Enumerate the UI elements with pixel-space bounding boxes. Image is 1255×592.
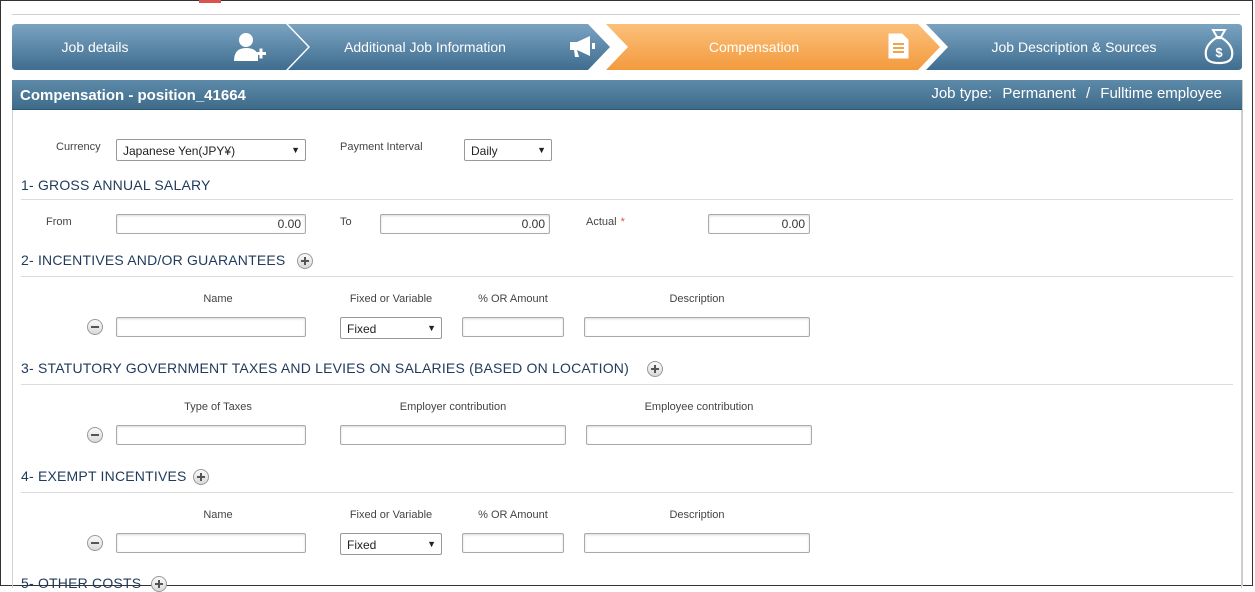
step-job-description-sources[interactable]: Job Description & Sources $ (926, 24, 1242, 70)
step-label: Additional Job Information (344, 39, 506, 55)
incentive-fixed-value: Fixed (347, 322, 377, 336)
salary-actual-input[interactable] (708, 214, 810, 234)
column-employer-contribution: Employer contribution (399, 401, 507, 413)
add-tax-button[interactable] (647, 361, 663, 377)
svg-text:$: $ (1215, 45, 1223, 60)
add-other-cost-button[interactable] (151, 576, 167, 592)
job-type: Job type: Permanent / Fulltime employee (931, 85, 1222, 102)
actual-label: Actual * (586, 216, 625, 228)
from-label: From (46, 216, 72, 228)
column-percent-or-amount: % OR Amount (478, 509, 548, 521)
remove-exempt-incentive-button[interactable] (87, 535, 103, 551)
step-label: Job details (61, 39, 129, 55)
top-accent (199, 0, 221, 3)
section-divider (21, 276, 1233, 277)
dropdown-arrow-icon: ▼ (427, 323, 436, 333)
currency-select[interactable]: Japanese Yen(JPY¥) ▼ (116, 139, 306, 161)
add-exempt-incentive-button[interactable] (193, 469, 209, 485)
currency-label: Currency (56, 141, 101, 153)
section-other-costs: 5- OTHER COSTS (21, 575, 142, 591)
column-description: Description (669, 293, 725, 305)
dropdown-arrow-icon: ▼ (427, 539, 436, 549)
job-type-permanent: Permanent (1002, 85, 1076, 102)
incentive-amount-input[interactable] (462, 317, 564, 337)
column-percent-or-amount: % OR Amount (478, 293, 548, 305)
section-gross-annual-salary: 1- GROSS ANNUAL SALARY (21, 177, 211, 193)
megaphone-icon (570, 36, 595, 57)
remove-incentive-button[interactable] (87, 319, 103, 335)
column-name: Name (203, 509, 233, 521)
currency-value: Japanese Yen(JPY¥) (123, 144, 236, 158)
panel-header: Compensation - position_41664 Job type: … (12, 80, 1242, 110)
salary-to-input[interactable] (380, 214, 550, 234)
incentive-fixed-select[interactable]: Fixed ▼ (340, 317, 442, 339)
exempt-fixed-select[interactable]: Fixed ▼ (340, 533, 442, 555)
exempt-amount-input[interactable] (462, 533, 564, 553)
step-job-details[interactable]: Job details (12, 24, 310, 70)
top-divider (12, 14, 1240, 15)
minus-icon (91, 326, 99, 328)
money-bag-icon: $ (1204, 29, 1234, 65)
step-additional-job-information[interactable]: Additional Job Information (288, 24, 614, 70)
payment-interval-label: Payment Interval (340, 141, 423, 153)
job-type-fulltime: Fulltime employee (1100, 85, 1222, 102)
minus-icon (91, 434, 99, 436)
dropdown-arrow-icon: ▼ (537, 145, 546, 155)
exempt-description-input[interactable] (584, 533, 810, 553)
column-employee-contribution: Employee contribution (644, 401, 754, 413)
employee-contribution-input[interactable] (586, 425, 812, 445)
exempt-name-input[interactable] (116, 533, 306, 553)
step-compensation[interactable]: Compensation (606, 24, 942, 70)
job-type-separator: / (1085, 85, 1091, 102)
exempt-fixed-value: Fixed (347, 538, 377, 552)
step-label: Compensation (708, 39, 800, 55)
step-label: Job Description & Sources (991, 39, 1157, 55)
section-divider (21, 199, 1233, 200)
wizard-steps: Job details Additional Job Information C… (12, 24, 1242, 70)
payment-interval-select[interactable]: Daily ▼ (464, 139, 552, 161)
scrollbar[interactable] (1242, 80, 1243, 586)
tax-type-input[interactable] (116, 425, 306, 445)
minus-icon (91, 542, 99, 544)
remove-tax-button[interactable] (87, 427, 103, 443)
section-incentives-guarantees: 2- INCENTIVES AND/OR GUARANTEES (21, 252, 286, 268)
section-divider (21, 384, 1233, 385)
salary-from-input[interactable] (116, 214, 306, 234)
section-divider (21, 492, 1233, 493)
add-user-icon (234, 33, 266, 61)
job-type-label: Job type: (931, 85, 993, 102)
incentive-description-input[interactable] (584, 317, 810, 337)
column-description: Description (669, 509, 725, 521)
add-incentive-button[interactable] (297, 253, 313, 269)
page-title: Compensation - position_41664 (20, 87, 246, 104)
incentive-name-input[interactable] (116, 317, 306, 337)
actual-label-text: Actual (586, 216, 617, 228)
dropdown-arrow-icon: ▼ (291, 145, 300, 155)
required-marker: * (620, 216, 625, 228)
column-type-of-taxes: Type of Taxes (184, 401, 252, 413)
column-name: Name (203, 293, 233, 305)
section-statutory-taxes: 3- STATUTORY GOVERNMENT TAXES AND LEVIES… (21, 360, 629, 376)
payment-interval-value: Daily (471, 144, 498, 158)
to-label: To (340, 216, 352, 228)
column-fixed-or-variable: Fixed or Variable (349, 509, 433, 521)
column-fixed-or-variable: Fixed or Variable (349, 293, 433, 305)
section-exempt-incentives: 4- EXEMPT INCENTIVES (21, 468, 187, 484)
employer-contribution-input[interactable] (340, 425, 566, 445)
document-icon (888, 33, 909, 59)
